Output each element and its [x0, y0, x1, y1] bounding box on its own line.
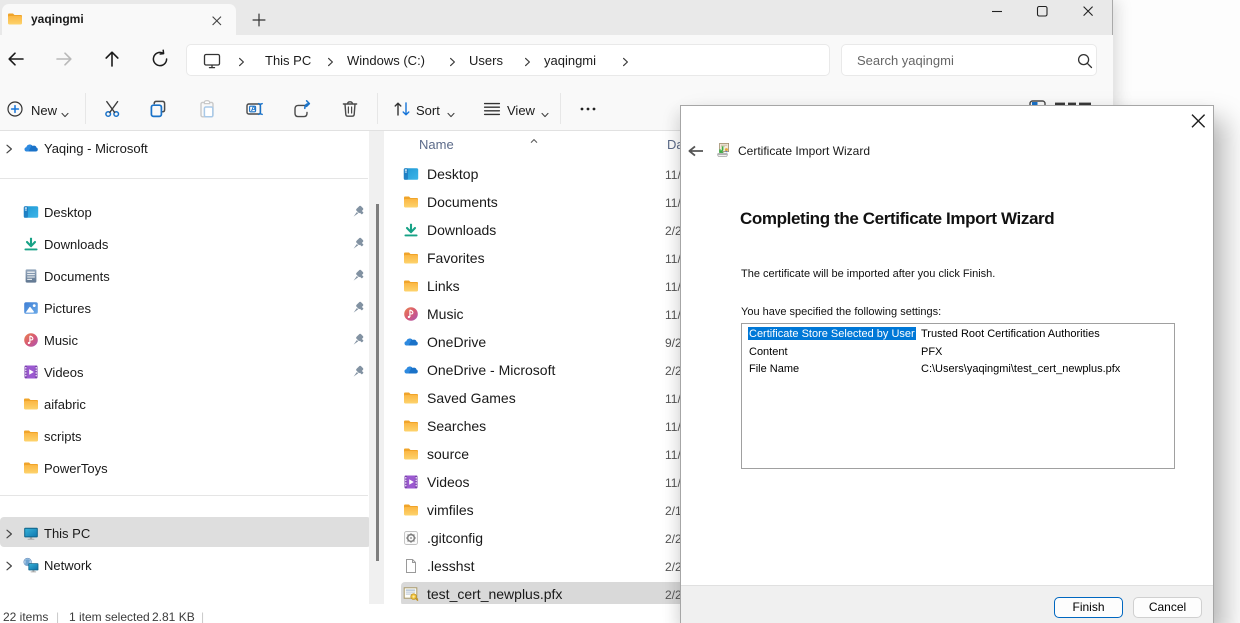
svg-text:A: A [251, 104, 257, 113]
